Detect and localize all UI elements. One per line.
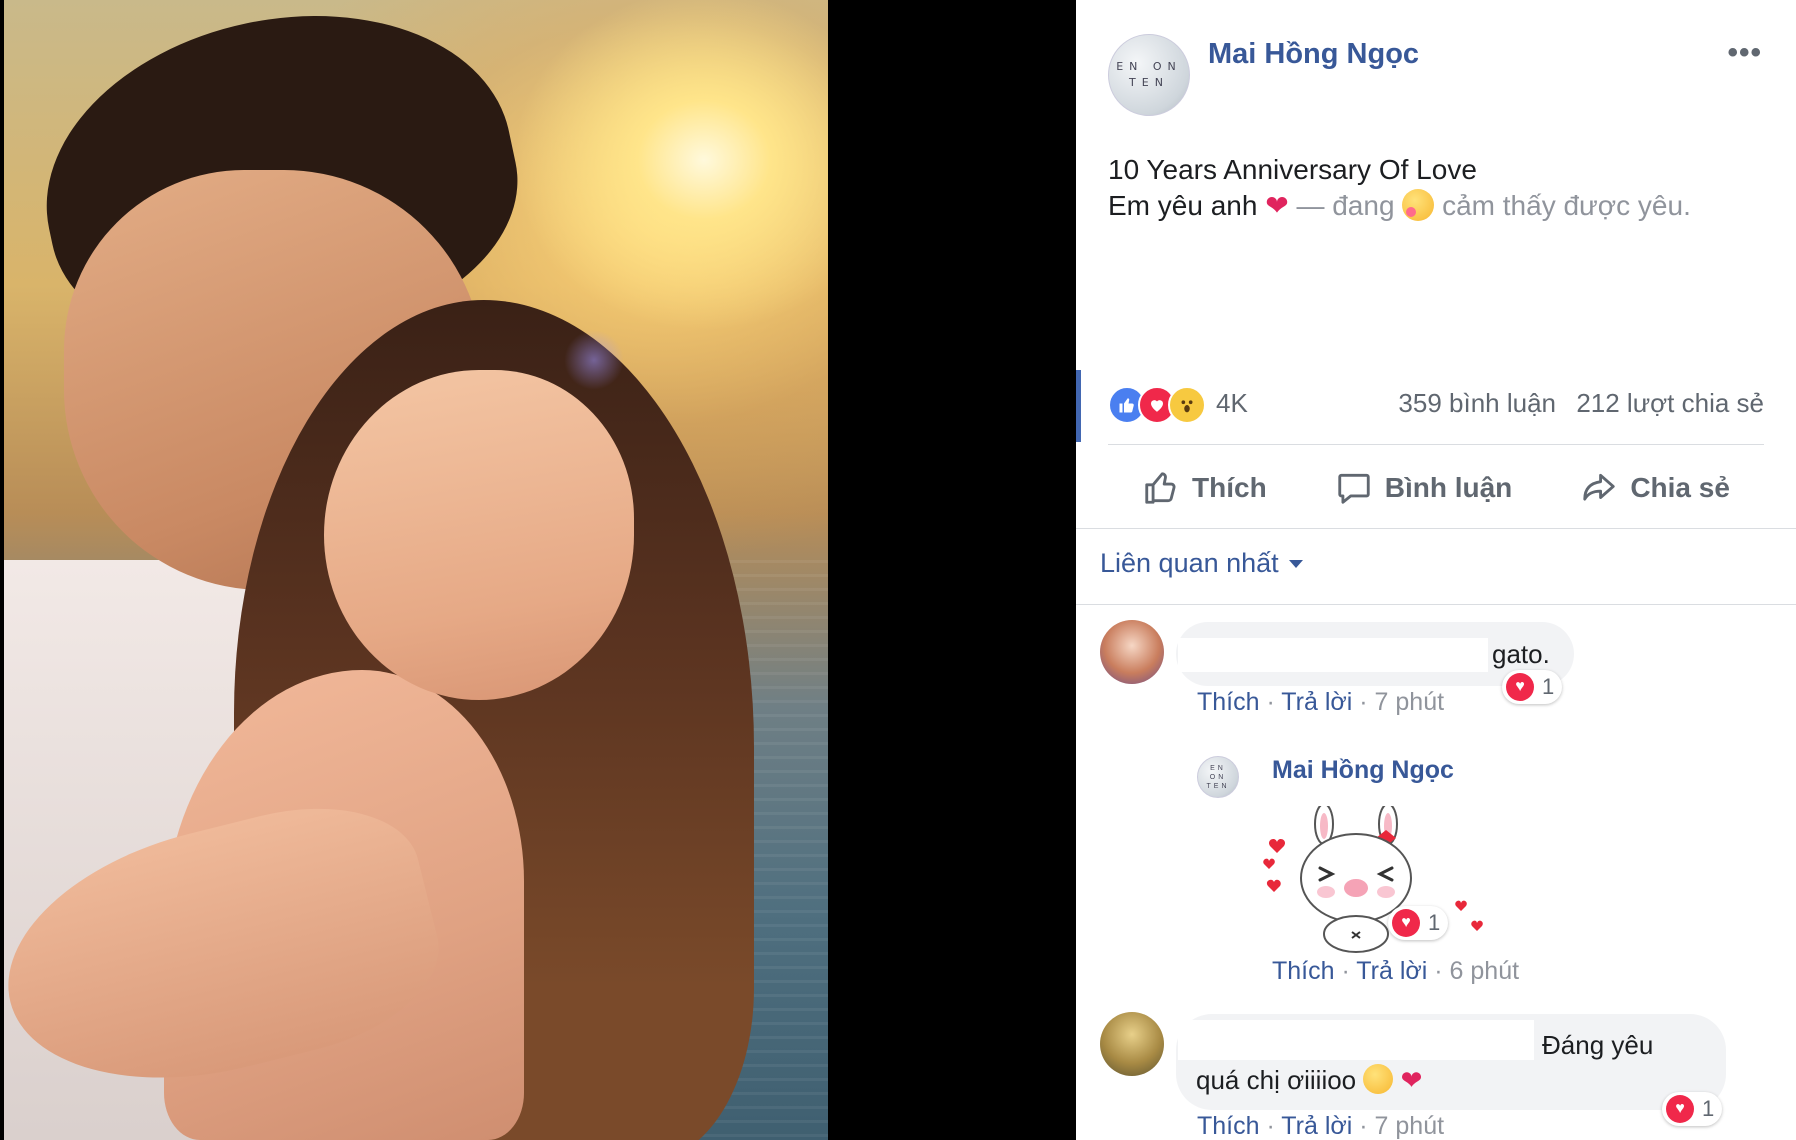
redacted-commenter-name [1178, 1020, 1534, 1060]
comment-bubble: Đáng yêu quá chị ơiiiioo ❤ [1176, 1014, 1726, 1110]
like-button[interactable]: Thích [1142, 469, 1267, 507]
comment-reaction-count: 1 [1702, 1096, 1715, 1121]
reaction-icons[interactable] [1108, 386, 1212, 424]
comment-time[interactable]: 7 phút [1375, 1112, 1445, 1140]
comment-bubble-icon [1338, 473, 1370, 504]
comment-reaction-count: 1 [1542, 674, 1555, 699]
redacted-commenter-name [1178, 638, 1488, 672]
hugging-emoji-icon [1363, 1064, 1394, 1094]
heart-emoji-icon: ❤ [1265, 190, 1289, 221]
author-name[interactable]: Mai Hồng Ngọc [1208, 38, 1419, 71]
feeling-loved-emoji-icon [1402, 189, 1435, 221]
reply-author-name[interactable]: Mai Hồng Ngọc [1272, 756, 1454, 785]
reply-reaction-badge[interactable]: ♥ 1 [1388, 906, 1449, 940]
comment-meta: Thích · Trả lời · 7 phút [1197, 1112, 1445, 1140]
reply-reaction-count: 1 [1428, 910, 1441, 935]
post-photo[interactable] [4, 0, 828, 1140]
reactions-summary: 4K 359 bình luận 212 lượt chia sẻ [1108, 382, 1764, 426]
share-arrow-icon [1583, 473, 1616, 501]
post-text: 10 Years Anniversary Of Love Em yêu anh … [1108, 152, 1691, 224]
comment-reaction-badge[interactable]: ♥ 1 [1502, 670, 1563, 704]
like-button-label: Thích [1192, 472, 1267, 503]
avatar-logo-text: EN ON TEN [1116, 60, 1182, 89]
feeling-text[interactable]: cảm thấy được yêu. [1442, 190, 1691, 221]
comment-text-line2: quá chị ơiiiioo ❤ [1196, 1064, 1422, 1096]
divider [1076, 604, 1796, 605]
reply-time[interactable]: 6 phút [1450, 957, 1520, 985]
panel-accent-bar [1076, 370, 1081, 442]
photo-viewer [0, 0, 1076, 1140]
reply-meta: Thích · Trả lời · 6 phút [1272, 957, 1520, 985]
feeling-prefix: — đang [1296, 190, 1395, 221]
commenter-avatar[interactable] [1100, 1012, 1164, 1076]
reply-reply-link[interactable]: Trả lời [1356, 957, 1427, 985]
share-button-label: Chia sẻ [1630, 472, 1730, 503]
comment-like-link[interactable]: Thích [1197, 1112, 1260, 1140]
post-text-em-yeu-anh: Em yêu anh [1108, 190, 1258, 221]
caret-down-icon [1288, 559, 1303, 568]
share-count[interactable]: 212 lượt chia sẻ [1576, 388, 1764, 419]
bunny-sticker[interactable] [1256, 806, 1486, 956]
share-button[interactable]: Chia sẻ [1580, 469, 1730, 507]
comment-meta: Thích · Trả lời · 7 phút [1197, 688, 1445, 716]
comment-text-line2-text: quá chị ơiiiioo [1196, 1065, 1357, 1095]
post-text-line2: Em yêu anh ❤ — đang cảm thấy được yêu. [1108, 188, 1691, 224]
comment-reply-link[interactable]: Trả lời [1281, 1112, 1352, 1140]
comment-sort-label: Liên quan nhất [1100, 548, 1279, 578]
comment-reply-link[interactable]: Trả lời [1281, 688, 1352, 716]
post-text-line1: 10 Years Anniversary Of Love [1108, 154, 1477, 185]
comment-reaction-badge[interactable]: ♥ 1 [1662, 1092, 1723, 1126]
comment-button-label: Bình luận [1384, 472, 1513, 503]
thumbs-up-icon [1145, 472, 1176, 504]
divider [1076, 528, 1796, 529]
reaction-count[interactable]: 4K [1216, 388, 1248, 419]
divider [1108, 444, 1764, 445]
comment-button[interactable]: Bình luận [1335, 469, 1513, 507]
comment-count[interactable]: 359 bình luận [1398, 388, 1556, 419]
comment-sort-dropdown[interactable]: Liên quan nhất [1100, 548, 1303, 579]
comment-time[interactable]: 7 phút [1375, 688, 1445, 716]
comment-like-link[interactable]: Thích [1197, 688, 1260, 716]
love-reaction-icon: ♥ [1392, 909, 1420, 937]
photo-face-woman [324, 370, 634, 700]
reply-like-link[interactable]: Thích [1272, 957, 1335, 985]
heart-emoji-icon: ❤ [1400, 1065, 1423, 1095]
author-avatar[interactable]: EN ON TEN [1108, 34, 1190, 116]
love-reaction-icon: ♥ [1666, 1095, 1694, 1123]
more-options-button[interactable]: ••• [1727, 36, 1762, 70]
post-panel: EN ON TEN Mai Hồng Ngọc ••• 10 Years Ann… [1076, 0, 1796, 1140]
reply-avatar-logo-text: EN ON TEN [1206, 764, 1230, 790]
reply-author-avatar[interactable]: EN ON TEN [1197, 756, 1239, 798]
post-actions: Thích Bình luận Chia sẻ [1108, 462, 1764, 514]
photo-lens-flare [564, 330, 624, 390]
love-reaction-icon: ♥ [1506, 673, 1534, 701]
comment-text: gato. [1492, 639, 1550, 669]
post-header: EN ON TEN Mai Hồng Ngọc ••• [1108, 34, 1796, 118]
comment-text-line1: Đáng yêu [1542, 1030, 1654, 1060]
wow-reaction-icon [1168, 386, 1206, 424]
commenter-avatar[interactable] [1100, 620, 1164, 684]
